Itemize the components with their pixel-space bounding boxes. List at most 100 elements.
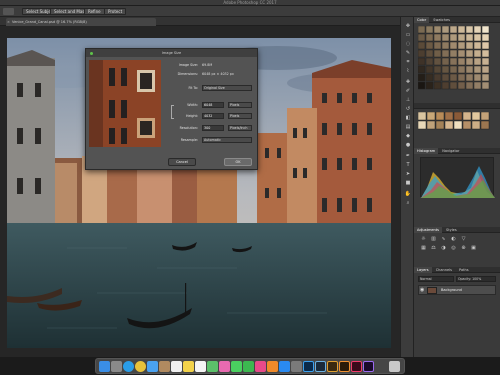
brush-icon[interactable]: ✐ [404, 88, 412, 94]
tab-paths[interactable]: Paths [456, 267, 472, 273]
tab-navigator[interactable]: Navigator [439, 148, 462, 154]
crop-icon[interactable]: ⌗ [404, 59, 412, 65]
illustrator-icon[interactable] [339, 361, 350, 372]
close-tab-icon[interactable]: × [7, 18, 10, 26]
lightroom-icon[interactable] [315, 361, 326, 372]
levels-icon[interactable]: ▥ [430, 236, 437, 242]
photoshop-icon[interactable] [303, 361, 314, 372]
tab-channels[interactable]: Channels [433, 267, 455, 273]
opacity-field[interactable]: Opacity: 100% [456, 276, 496, 282]
trash-icon[interactable] [389, 361, 400, 372]
quick-select-icon[interactable]: ✎ [404, 50, 412, 56]
visibility-eye-icon[interactable]: ◉ [420, 287, 424, 294]
color-balance-icon[interactable]: ⚖ [430, 245, 437, 251]
move-icon[interactable]: ✥ [404, 23, 412, 29]
marquee-icon[interactable]: ▭ [404, 32, 412, 38]
tab-swatches[interactable]: Swatches [430, 17, 453, 23]
blur-icon[interactable]: ◆ [404, 133, 412, 139]
layer-thumbnail [427, 287, 437, 294]
swatch-grid[interactable] [417, 25, 496, 100]
color-lookup-icon[interactable]: ▣ [470, 245, 477, 251]
layer-name: Background [441, 288, 462, 292]
ok-button[interactable]: OK [224, 158, 252, 166]
black-white-icon[interactable]: ◑ [440, 245, 447, 251]
channel-mixer-icon[interactable]: ⊕ [460, 245, 467, 251]
lasso-icon[interactable]: ◌ [404, 41, 412, 47]
messages-icon[interactable] [231, 361, 242, 372]
height-label: Height: [185, 114, 198, 118]
styles-strip-head [414, 103, 500, 109]
resolution-input[interactable]: 300 [202, 125, 224, 131]
fit-to-select[interactable]: Original Size [202, 85, 252, 91]
tab-color[interactable]: Color [414, 17, 430, 23]
tab-histogram[interactable]: Histogram [414, 148, 439, 154]
type-icon[interactable]: T [404, 162, 412, 168]
brightness-icon[interactable]: ☼ [420, 236, 427, 242]
curves-icon[interactable]: ∿ [440, 236, 447, 242]
resolution-row: Resolution: 300 Pixels/Inch [168, 124, 254, 132]
layer-background[interactable]: ◉ Background [418, 285, 496, 295]
history-brush-icon[interactable]: ↺ [404, 106, 412, 112]
shape-icon[interactable]: ■ [404, 180, 412, 186]
tab-layers[interactable]: Layers [414, 267, 432, 273]
width-label: Width: [187, 103, 198, 107]
protect-button[interactable]: Protect [104, 8, 127, 15]
gradient-icon[interactable]: ▤ [404, 124, 412, 130]
canvas-area[interactable]: Image Size Image Size: 69.8M Dimensions:… [0, 26, 400, 357]
healing-icon[interactable]: ✚ [404, 79, 412, 85]
tab-styles[interactable]: Styles [443, 227, 460, 233]
hand-icon[interactable]: ✋ [404, 191, 412, 197]
chrome-icon[interactable] [135, 361, 146, 372]
height-row: Height: 4032 Pixels [168, 112, 254, 120]
contacts-icon[interactable] [159, 361, 170, 372]
image-preview[interactable] [89, 60, 161, 147]
pen-icon[interactable]: ✒ [404, 153, 412, 159]
notes-icon[interactable] [183, 361, 194, 372]
height-unit-select[interactable]: Pixels [228, 113, 252, 119]
photo-filter-icon[interactable]: ◎ [450, 245, 457, 251]
calendar-icon[interactable] [171, 361, 182, 372]
tab-adjustments[interactable]: Adjustments [414, 227, 442, 233]
photos-icon[interactable] [219, 361, 230, 372]
document-tab-label: Venice_Grand_Canal.psd @ 16.7% (RGB/8) [12, 20, 87, 24]
facetime-icon[interactable] [243, 361, 254, 372]
height-input[interactable]: 4032 [202, 113, 224, 119]
finder-icon[interactable] [99, 361, 110, 372]
resolution-unit-select[interactable]: Pixels/Inch [228, 125, 252, 131]
resample-select[interactable]: Automatic [202, 137, 252, 143]
blend-mode-select[interactable]: Normal [418, 276, 454, 282]
ibooks-icon[interactable] [267, 361, 278, 372]
width-input[interactable]: 6048 [202, 102, 224, 108]
tool-preset-picker[interactable] [3, 8, 14, 15]
appstore-icon[interactable] [279, 361, 290, 372]
mail-icon[interactable] [147, 361, 158, 372]
indesign-icon[interactable] [351, 361, 362, 372]
width-unit-select[interactable]: Pixels [228, 102, 252, 108]
zoom-icon[interactable]: ⌕ [404, 200, 412, 206]
path-select-icon[interactable]: ➤ [404, 171, 412, 177]
dialog-close-dot-icon[interactable] [90, 51, 93, 55]
eyedropper-icon[interactable]: ⌇ [404, 68, 412, 74]
safari-icon[interactable] [123, 361, 134, 372]
hue-saturation-icon[interactable]: ▦ [420, 245, 427, 251]
premiere-icon[interactable] [363, 361, 374, 372]
exposure-icon[interactable]: ◐ [450, 236, 457, 242]
image-size-label: Image Size: [178, 63, 198, 67]
bridge-icon[interactable] [327, 361, 338, 372]
adjustments-panel-tabs: Adjustments Styles [414, 227, 500, 233]
stamp-icon[interactable]: ⊥ [404, 97, 412, 103]
vibrance-icon[interactable]: ▽ [460, 236, 467, 242]
swatches[interactable] [417, 25, 496, 100]
reminders-icon[interactable] [195, 361, 206, 372]
tools-panel: ✥ ▭ ◌ ✎ ⌗ ⌇ ✚ ✐ ⊥ ↺ ◧ ▤ ◆ ● ✒ T ➤ ■ ✋ ⌕ [400, 17, 414, 360]
cancel-button[interactable]: Cancel [168, 158, 196, 166]
preferences-icon[interactable] [291, 361, 302, 372]
itunes-icon[interactable] [255, 361, 266, 372]
maps-icon[interactable] [207, 361, 218, 372]
refine-button[interactable]: Refine [84, 8, 105, 15]
eraser-icon[interactable]: ◧ [404, 115, 412, 121]
document-tab[interactable]: × Venice_Grand_Canal.psd @ 16.7% (RGB/8) [6, 18, 156, 26]
launchpad-icon[interactable] [111, 361, 122, 372]
dodge-icon[interactable]: ● [404, 142, 412, 148]
color-presets[interactable] [418, 112, 496, 130]
